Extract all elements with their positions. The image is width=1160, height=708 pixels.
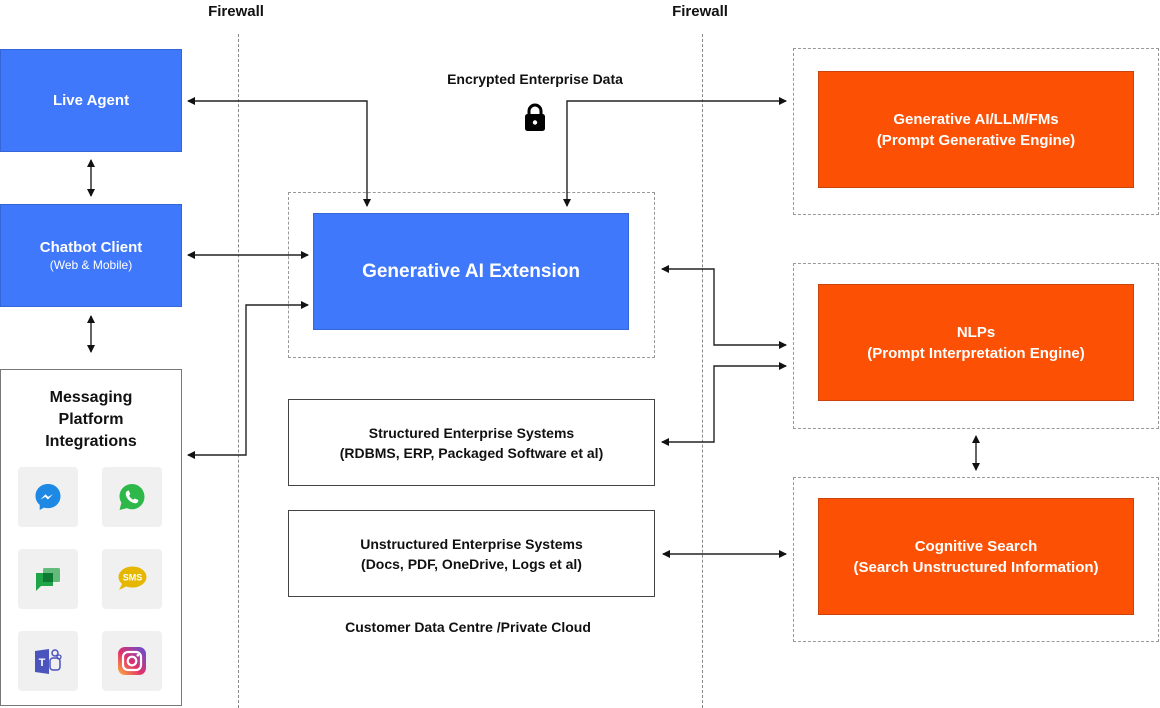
arrow-structured-nlp (661, 362, 787, 446)
arrow-extension-genai (563, 97, 787, 207)
connectors (87, 97, 980, 558)
arrow-messaging-extension (187, 301, 309, 459)
arrow-extension-nlp (661, 265, 787, 349)
arrow-live-agent-extension (187, 97, 371, 207)
